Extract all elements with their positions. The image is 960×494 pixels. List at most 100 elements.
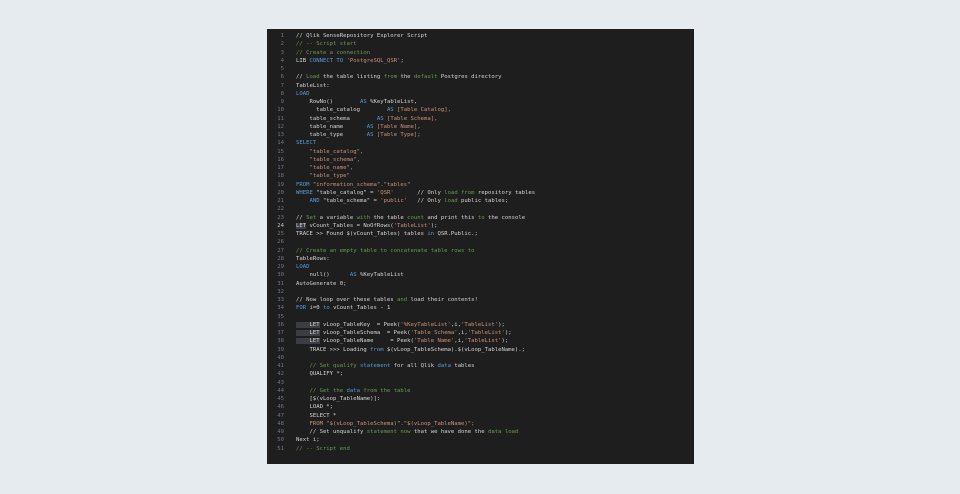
- line-text: FROM "$(vLoop_TableSchema)"."$(vLoop_Tab…: [284, 420, 694, 428]
- code-line[interactable]: 24 LET vCount_Tables = NoOfRows('TableLis…: [267, 222, 694, 230]
- code-line[interactable]: 22: [267, 205, 694, 213]
- line-text: TRACE >>> Loading from $(vLoop_TableSche…: [284, 346, 694, 354]
- line-text: [284, 238, 694, 246]
- code-line[interactable]: 37 LET vLoop_TableSchema = Peek('Table S…: [267, 329, 694, 337]
- code-line[interactable]: 4 LIB CONNECT TO 'PostgreSQL_QSR';: [267, 57, 694, 65]
- code-line[interactable]: 34 FOR i=0 to vCount_Tables - 1: [267, 304, 694, 312]
- code-line[interactable]: 18 "table_type": [267, 172, 694, 180]
- code-line[interactable]: 21 AND "table_schema" = 'public' // Only…: [267, 197, 694, 205]
- line-text: // Set qualify statement for all Qlik da…: [284, 362, 694, 370]
- code-token: Load: [306, 74, 320, 81]
- code-line[interactable]: 41 // Set qualify statement for all Qlik…: [267, 362, 694, 370]
- code-token: WHERE: [296, 189, 313, 196]
- code-token: CONNECT TO: [309, 57, 344, 64]
- line-number: 26: [277, 239, 284, 246]
- code-line[interactable]: 13 table_type AS [Table Type];: [267, 131, 694, 139]
- code-line[interactable]: 26: [267, 238, 694, 246]
- code-token: // Create a connection: [296, 49, 371, 56]
- line-number: 13: [277, 132, 284, 138]
- code-line[interactable]: 12 table_name AS [Table Name],: [267, 123, 694, 131]
- line-number: 51: [277, 445, 284, 452]
- code-line[interactable]: 10 table_catalog AS [Table Catalog],: [267, 106, 694, 114]
- line-text: table_type AS [Table Type];: [284, 131, 694, 139]
- code-token: load: [444, 198, 458, 204]
- line-number: 15: [277, 148, 284, 155]
- code-token: vLoop_TableSchema = Peek(: [319, 330, 411, 336]
- code-token: vLoop_TableKey = Peek(: [319, 321, 401, 328]
- code-line[interactable]: 45 [$(vLoop_TableName)]:: [267, 395, 694, 403]
- code-token: );: [498, 321, 505, 328]
- code-line[interactable]: 35: [267, 313, 694, 321]
- line-number: 32: [277, 288, 284, 295]
- code-line[interactable]: 6// Load the table listing from the defa…: [267, 73, 694, 81]
- script-editor[interactable]: 1 // Qlik SenseRepository Explorer Script…: [267, 29, 694, 464]
- code-line[interactable]: 8 LOAD: [267, 90, 694, 98]
- code-line[interactable]: 3 // Create a connection: [267, 49, 694, 57]
- code-line[interactable]: 44 // Get the data from the table: [267, 387, 694, 395]
- code-token: and: [397, 297, 408, 303]
- code-token: [Table Type];: [373, 132, 421, 138]
- code-line[interactable]: 5: [267, 65, 694, 73]
- code-line[interactable]: 7 TableList:: [267, 82, 694, 90]
- code-token: LOAD: [296, 90, 310, 97]
- code-token: // Only: [407, 198, 445, 204]
- code-line[interactable]: 43: [267, 379, 694, 387]
- code-line[interactable]: 1 // Qlik SenseRepository Explorer Script: [267, 32, 694, 40]
- code-token: ;: [400, 57, 404, 64]
- line-number: 30: [277, 272, 284, 279]
- code-line[interactable]: 25 TRACE >> Found $(vCount_Tables) tables…: [267, 230, 694, 238]
- code-line[interactable]: 48 FROM "$(vLoop_TableSchema)"."$(vLoop_…: [267, 420, 694, 428]
- code-line[interactable]: 29 LOAD: [267, 263, 694, 271]
- code-line[interactable]: 9 RowNo() AS %KeyTableList,: [267, 98, 694, 106]
- code-token: TRACE >> Found $(vCount_Tables) tables: [296, 231, 428, 237]
- code-line[interactable]: 50 Next i;: [267, 436, 694, 444]
- code-line[interactable]: 23// Set a variable with the table count…: [267, 214, 694, 222]
- line-number: 11: [277, 115, 284, 122]
- code-token: tables: [450, 363, 475, 369]
- line-text: // Set a variable with the table count a…: [284, 214, 694, 222]
- code-line[interactable]: 49 // Set unqualify statement now that w…: [267, 428, 694, 436]
- code-token: AS: [376, 115, 384, 122]
- line-number: 2: [280, 41, 284, 48]
- line-text: // Set unqualify statement now that we h…: [284, 428, 694, 436]
- code-token: [Table Name],: [373, 123, 421, 130]
- code-line[interactable]: 40: [267, 354, 694, 362]
- code-line[interactable]: 30 null() AS %KeyTableList: [267, 271, 694, 279]
- line-number: 23: [277, 214, 284, 221]
- code-token: LOAD *;: [296, 404, 334, 411]
- code-line[interactable]: 11 table_schema AS [Table Schema],: [267, 115, 694, 123]
- line-number: 50: [277, 437, 284, 444]
- code-token: Postgres directory: [437, 74, 502, 81]
- code-line[interactable]: 51 // -- Script end: [267, 445, 694, 453]
- code-line[interactable]: 46 LOAD *;: [267, 403, 694, 411]
- line-text: SELECT *: [284, 412, 694, 420]
- code-line[interactable]: 28 TableRows:: [267, 255, 694, 263]
- code-line[interactable]: 17 "table_name",: [267, 164, 694, 172]
- code-line[interactable]: 32: [267, 288, 694, 296]
- line-number: 20: [277, 189, 284, 196]
- code-line[interactable]: 33// Now loop over these tables and load…: [267, 296, 694, 304]
- code-line[interactable]: 47 SELECT *: [267, 412, 694, 420]
- code-token: "table_name",: [296, 165, 354, 171]
- code-token: $(vLoop_TableSchema).$(vLoop_TableName).…: [383, 346, 526, 353]
- code-line[interactable]: 16 "table_schema",: [267, 156, 694, 164]
- code-area[interactable]: 1 // Qlik SenseRepository Explorer Script…: [267, 32, 694, 453]
- code-line[interactable]: 31 AutoGenerate 0;: [267, 280, 694, 288]
- code-line[interactable]: 42 QUALIFY *;: [267, 370, 694, 378]
- code-line[interactable]: 38 LET vLoop_TableName = Peek('Table Nam…: [267, 337, 694, 345]
- code-line[interactable]: 19 FROM "information_schema"."tables": [267, 181, 694, 189]
- code-line[interactable]: 14 SELECT: [267, 139, 694, 147]
- code-line[interactable]: 15 "table_catalog",: [267, 148, 694, 156]
- code-token: ,i,: [457, 330, 468, 336]
- code-line[interactable]: 2 // -- Script start: [267, 40, 694, 48]
- code-line[interactable]: 27 // Create an empty table to concatenat…: [267, 247, 694, 255]
- code-token: vCount_Tables = NoOfRows(: [306, 222, 394, 229]
- line-number: 47: [277, 412, 284, 419]
- code-token: "information_schema"."tables": [309, 181, 411, 188]
- line-text: // -- Script start: [284, 40, 694, 48]
- code-line[interactable]: 36 LET vLoop_TableKey = Peek('%KeyTableL…: [267, 321, 694, 329]
- code-line[interactable]: 20 WHERE "table_catalog" = 'QSR' // Only …: [267, 189, 694, 197]
- code-line[interactable]: 39 TRACE >>> Loading from $(vLoop_TableS…: [267, 346, 694, 354]
- code-token: 'TableList': [461, 321, 499, 328]
- line-text: [284, 65, 694, 73]
